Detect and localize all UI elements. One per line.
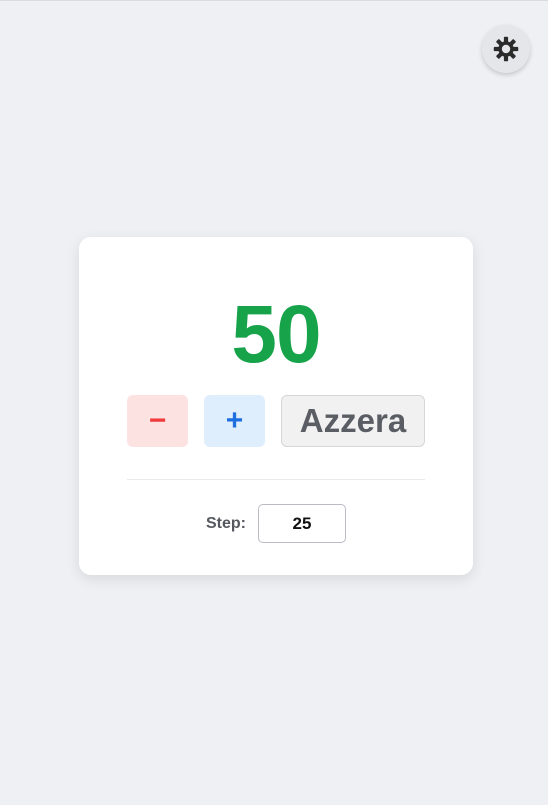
step-input[interactable]: [258, 504, 346, 543]
increment-button[interactable]: +: [204, 395, 265, 447]
counter-value: 50: [231, 289, 321, 380]
reset-button[interactable]: Azzera: [281, 395, 425, 447]
divider: [127, 479, 425, 480]
theme-toggle-button[interactable]: [482, 25, 530, 73]
gear-icon: [493, 36, 519, 62]
step-row: Step:: [79, 504, 473, 544]
decrement-button[interactable]: −: [127, 395, 188, 447]
counter-card: 50 − + Azzera Step:: [79, 237, 473, 575]
step-label: Step:: [206, 515, 246, 532]
